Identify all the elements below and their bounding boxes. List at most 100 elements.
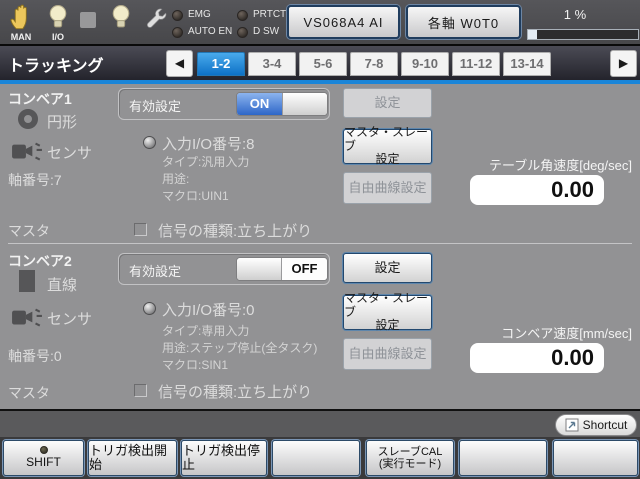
circle-shape-icon [18, 109, 38, 129]
conveyor1-free-curve-button[interactable]: 自由曲線設定 [343, 172, 432, 204]
speed-percent: 1 % [563, 7, 587, 22]
conveyor2-io-radio[interactable] [143, 302, 156, 315]
title-tab-bar: トラッキング ◀ 1-2 3-4 5-6 7-8 9-10 11-12 13-1… [0, 46, 640, 84]
top-status-bar: MAN I/O EMG AUTO EN PRTCT D SW VS068A4 A… [0, 0, 640, 46]
conveyor1-signal-checkbox[interactable] [134, 223, 147, 236]
wrench-icon [147, 8, 167, 28]
conveyor2-io-usage: 用途:ステップ停止(全タスク) [162, 341, 318, 355]
master-slave-line2: 設定 [375, 152, 400, 167]
conveyor1-axis-number: 軸番号:7 [8, 172, 62, 188]
fkey-blank-2[interactable] [459, 440, 547, 476]
tabs-prev-arrow-button[interactable]: ◀ [166, 50, 193, 77]
io-lamp-icon [49, 5, 67, 28]
sensor-icon [12, 142, 42, 161]
conveyor2-io-macro: マクロ:SIN1 [162, 358, 229, 372]
conveyor1-io-type: タイプ:汎用入力 [162, 155, 250, 169]
tab-1-2[interactable]: 1-2 [197, 52, 245, 76]
line-shape-icon [19, 270, 35, 292]
conveyor2-enable-group: 有効設定 OFF [118, 253, 330, 285]
bottom-function-bar: SHIFT トリガ検出開始 トリガ検出停止 スレーブCAL (実行モード) [0, 437, 640, 479]
tabs-next-arrow-button[interactable]: ▶ [610, 50, 637, 77]
master-slave-line1: マスタ・スレーブ [344, 290, 429, 319]
manual-mode-hand-icon [10, 4, 27, 30]
shift-button[interactable]: SHIFT [3, 440, 84, 476]
tab-13-14[interactable]: 13-14 [503, 52, 551, 76]
conveyor2-signal-label: 信号の種類:立ち上がり [158, 384, 313, 401]
prtct-led [237, 10, 248, 21]
conveyor1-sensor-label: センサ [47, 145, 93, 162]
shortcut-arrow-icon [565, 418, 579, 432]
conveyor2-speed-value: 0.00 [470, 343, 604, 373]
fkey-blank-3[interactable] [553, 440, 638, 476]
d-sw-led [237, 27, 248, 38]
conveyor1-speed-value: 0.00 [470, 175, 604, 205]
conveyor1-io-radio[interactable] [143, 136, 156, 149]
conveyor1-set-button[interactable]: 設定 [343, 88, 432, 118]
conveyor2-speed-label: コンベア速度[mm/sec] [501, 326, 632, 341]
conveyor1-title: コンベア1 [8, 91, 72, 107]
conveyor2-axis-number: 軸番号:0 [8, 348, 62, 364]
conveyor2-io-number: 入力I/O番号:0 [162, 302, 255, 319]
conveyor1-io-macro: マクロ:UIN1 [162, 189, 229, 203]
conveyor2-enable-label: 有効設定 [129, 264, 182, 279]
conveyor1-shape-label: 円形 [47, 114, 78, 131]
tab-3-4[interactable]: 3-4 [248, 52, 296, 76]
tab-9-10[interactable]: 9-10 [401, 52, 449, 76]
io-label: I/O [51, 32, 64, 42]
conveyor1-master-label: マスタ [8, 223, 50, 239]
shortcut-label: Shortcut [582, 418, 628, 432]
shift-label: SHIFT [26, 455, 61, 470]
toggle-on-segment: ON [237, 93, 282, 115]
master-slave-line2: 設定 [375, 318, 400, 333]
conveyor1-enable-label: 有効設定 [129, 99, 182, 114]
conveyor1-speed-label: テーブル角速度[deg/sec] [489, 158, 632, 173]
stop-square-icon [80, 12, 96, 28]
conveyor2-io-type: タイプ:専用入力 [162, 324, 250, 338]
auto-en-led [172, 27, 183, 38]
emg-led [172, 10, 183, 21]
toggle-slider [237, 258, 282, 280]
shortcut-strip: Shortcut [0, 409, 640, 437]
conveyor1-signal-label: 信号の種類:立ち上がり [158, 223, 313, 240]
tab-7-8[interactable]: 7-8 [350, 52, 398, 76]
toggle-slider [282, 93, 327, 115]
speed-progress-fill [528, 30, 537, 39]
emg-label: EMG [188, 9, 211, 20]
slave-cal-button[interactable]: スレーブCAL (実行モード) [366, 440, 454, 476]
tab-11-12[interactable]: 11-12 [452, 52, 500, 76]
master-slave-line1: マスタ・スレーブ [344, 124, 429, 153]
conveyor2-free-curve-button[interactable]: 自由曲線設定 [343, 338, 432, 370]
conveyor2-signal-checkbox[interactable] [134, 384, 147, 397]
d-sw-label: D SW [253, 26, 280, 37]
conveyor2-enable-toggle[interactable]: OFF [236, 257, 328, 281]
slave-cal-line2: (実行モード) [378, 458, 442, 470]
prtct-label: PRTCT [253, 9, 287, 20]
sensor-icon [12, 308, 42, 327]
speed-progress-bar [527, 29, 639, 40]
coordinate-mode-button[interactable]: 各軸 W0T0 [406, 5, 521, 39]
page-title: トラッキング [8, 58, 104, 75]
section-divider [8, 243, 632, 244]
man-label: MAN [10, 32, 32, 42]
conveyor1-enable-group: 有効設定 ON [118, 88, 330, 120]
conveyor2-shape-label: 直線 [47, 277, 78, 294]
main-area: コンベア1 円形 センサ 軸番号:7 マスタ 有効設定 ON 設定 入力I/O番… [0, 84, 640, 409]
conveyor2-title: コンベア2 [8, 253, 72, 269]
shortcut-button[interactable]: Shortcut [555, 414, 637, 436]
conveyor1-io-usage: 用途: [162, 172, 190, 186]
auto-en-label: AUTO EN [188, 26, 233, 37]
lamp-icon [112, 5, 130, 28]
toggle-off-segment: OFF [282, 258, 327, 280]
trigger-detect-stop-button[interactable]: トリガ検出停止 [181, 440, 267, 476]
conveyor2-sensor-label: センサ [47, 311, 93, 328]
conveyor1-enable-toggle[interactable]: ON [236, 92, 328, 116]
robot-type-button[interactable]: VS068A4 AI [287, 5, 400, 39]
trigger-detect-start-button[interactable]: トリガ検出開始 [88, 440, 177, 476]
tab-5-6[interactable]: 5-6 [299, 52, 347, 76]
fkey-blank-1[interactable] [272, 440, 360, 476]
slave-cal-line1: スレーブCAL [377, 445, 443, 458]
conveyor2-set-button[interactable]: 設定 [343, 253, 432, 283]
conveyor2-master-label: マスタ [8, 385, 50, 401]
conveyor1-io-number: 入力I/O番号:8 [162, 136, 255, 153]
shift-led [39, 446, 48, 455]
